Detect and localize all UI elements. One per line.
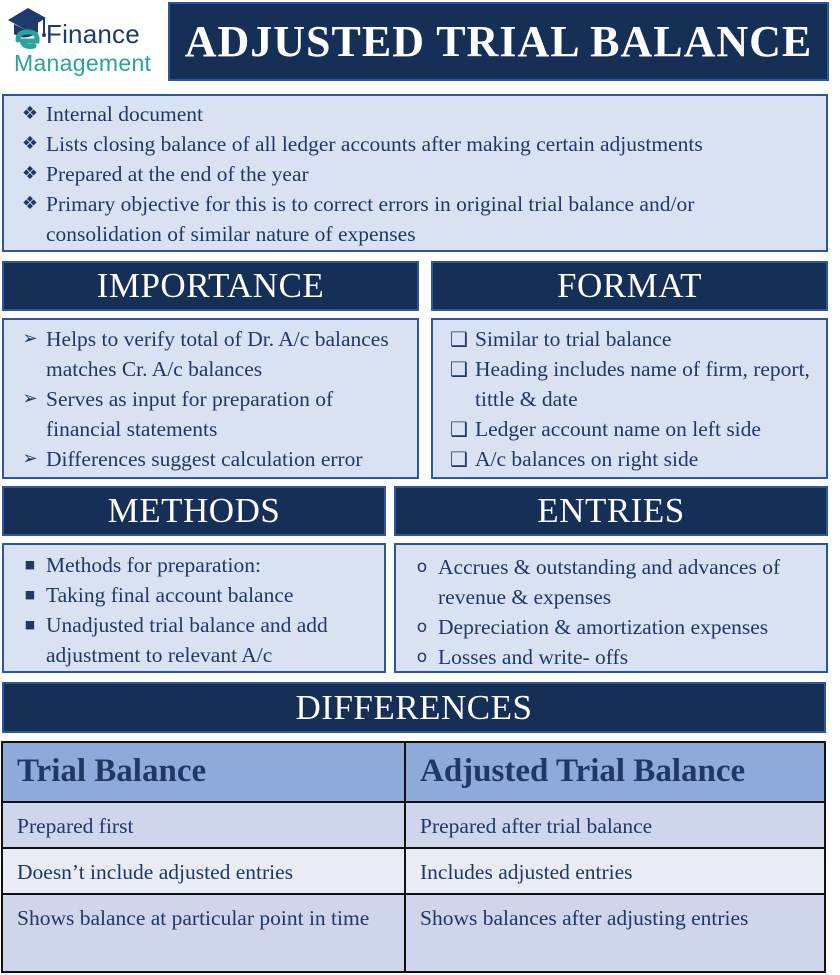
differences-table: Trial Balance Adjusted Trial Balance Pre…	[1, 741, 826, 973]
list-item: ❑ Heading includes name of firm, report, …	[447, 354, 812, 414]
list-item: o Accrues & outstanding and advances of r…	[410, 552, 812, 612]
list-item: o Depreciation & amortization expenses	[410, 612, 812, 642]
methods-box: ■ Methods for preparation: ■ Taking final …	[2, 543, 386, 673]
checkbox-bullet-icon: ❑	[450, 447, 468, 471]
list-item: ➢ Helps to verify total of Dr. A/c balanc…	[18, 324, 403, 384]
importance-box: ➢ Helps to verify total of Dr. A/c balanc…	[2, 318, 419, 479]
list-item: ❖ Internal document	[18, 99, 812, 129]
arrow-bullet-icon: ➢	[22, 448, 38, 469]
list-item-text: Internal document	[46, 102, 204, 126]
table-cell: Includes adjusted entries	[404, 847, 826, 895]
square-bullet-icon: ■	[24, 618, 36, 631]
entries-heading: ENTRIES	[394, 486, 828, 536]
diamond-bullet-icon: ❖	[21, 163, 39, 184]
list-item: ■ Taking final account balance	[18, 580, 370, 610]
list-item-text: Taking final account balance	[46, 583, 294, 607]
list-item-text: Differences suggest calculation error	[46, 447, 363, 471]
methods-list: ■ Methods for preparation: ■ Taking final …	[18, 550, 370, 670]
table-cell: Prepared first	[1, 801, 406, 849]
list-item-text: Accrues & outstanding and advances of re…	[438, 555, 781, 609]
list-item-text: Serves as input for preparation of finan…	[46, 387, 334, 441]
table-cell: Shows balances after adjusting entries	[404, 893, 826, 973]
format-box: ❑ Similar to trial balance ❑ Heading inclu…	[431, 318, 828, 479]
list-item: ❖ Prepared at the end of the year	[18, 159, 812, 189]
list-item: ❖ Lists closing balance of all ledger acc…	[18, 129, 812, 159]
list-item-text: Unadjusted trial balance and add adjustm…	[46, 613, 328, 667]
checkbox-bullet-icon: ❑	[450, 357, 468, 381]
table-row: Shows balance at particular point in tim…	[1, 893, 826, 973]
intro-box: ❖ Internal document ❖ Lists closing balanc…	[2, 94, 828, 252]
circle-bullet-icon: o	[416, 647, 428, 667]
list-item-text: Ledger account name on left side	[475, 417, 761, 441]
list-item-text: A/c balances on right side	[475, 447, 699, 471]
list-item: ❑ A/c balances on right side	[447, 444, 812, 474]
intro-list: ❖ Internal document ❖ Lists closing balanc…	[18, 99, 812, 249]
table-cell: Doesn’t include adjusted entries	[1, 847, 406, 895]
list-item: ❑ Similar to trial balance	[447, 324, 812, 354]
methods-heading: METHODS	[2, 486, 386, 536]
entries-list: o Accrues & outstanding and advances of r…	[410, 552, 812, 672]
table-cell: Prepared after trial balance	[404, 801, 826, 849]
arrow-bullet-icon: ➢	[22, 388, 38, 409]
list-item-text: Lists closing balance of all ledger acco…	[46, 132, 703, 156]
list-item-text: Helps to verify total of Dr. A/c balance…	[46, 327, 389, 381]
format-list: ❑ Similar to trial balance ❑ Heading inclu…	[447, 324, 812, 474]
list-item-text: Prepared at the end of the year	[46, 162, 309, 186]
column-header-adjusted-trial-balance: Adjusted Trial Balance	[404, 741, 826, 803]
page-title: ADJUSTED TRIAL BALANCE	[168, 2, 829, 81]
finance-management-logo: Finance Management	[0, 0, 165, 82]
list-item: ➢ Differences suggest calculation error	[18, 444, 403, 474]
logo-finance-text: Finance	[46, 19, 140, 49]
checkbox-bullet-icon: ❑	[450, 417, 468, 441]
list-item-text: Methods for preparation:	[46, 553, 261, 577]
list-item-text: Similar to trial balance	[475, 327, 672, 351]
list-item-text: Losses and write- offs	[438, 645, 629, 669]
list-item: ■ Unadjusted trial balance and add adjust…	[18, 610, 370, 670]
diamond-bullet-icon: ❖	[21, 133, 39, 154]
logo-management-text: Management	[14, 50, 152, 76]
square-bullet-icon: ■	[24, 588, 36, 601]
list-item-text: Primary objective for this is to correct…	[46, 192, 695, 246]
table-row: Doesn’t include adjusted entries Include…	[1, 847, 826, 895]
checkbox-bullet-icon: ❑	[450, 327, 468, 351]
importance-list: ➢ Helps to verify total of Dr. A/c balanc…	[18, 324, 403, 474]
arrow-bullet-icon: ➢	[22, 328, 38, 349]
differences-heading: DIFFERENCES	[2, 682, 826, 733]
diamond-bullet-icon: ❖	[21, 103, 39, 124]
list-item: ■ Methods for preparation:	[18, 550, 370, 580]
diamond-bullet-icon: ❖	[21, 193, 39, 214]
graduation-cap-icon	[8, 8, 46, 49]
circle-bullet-icon: o	[416, 617, 428, 637]
list-item: ❑ Ledger account name on left side	[447, 414, 812, 444]
circle-bullet-icon: o	[416, 557, 428, 577]
column-header-trial-balance: Trial Balance	[1, 741, 406, 803]
list-item: ❖ Primary objective for this is to correc…	[18, 189, 812, 249]
format-heading: FORMAT	[431, 261, 828, 311]
list-item: ➢ Serves as input for preparation of fina…	[18, 384, 403, 444]
list-item-text: Heading includes name of firm, report, t…	[475, 357, 810, 411]
table-cell: Shows balance at particular point in tim…	[1, 893, 406, 973]
importance-heading: IMPORTANCE	[2, 261, 419, 311]
table-row: Prepared first Prepared after trial bala…	[1, 801, 826, 849]
table-header-row: Trial Balance Adjusted Trial Balance	[1, 741, 826, 803]
list-item-text: Depreciation & amortization expenses	[438, 615, 769, 639]
square-bullet-icon: ■	[24, 558, 36, 571]
entries-box: o Accrues & outstanding and advances of r…	[394, 543, 828, 673]
list-item: o Losses and write- offs	[410, 642, 812, 672]
